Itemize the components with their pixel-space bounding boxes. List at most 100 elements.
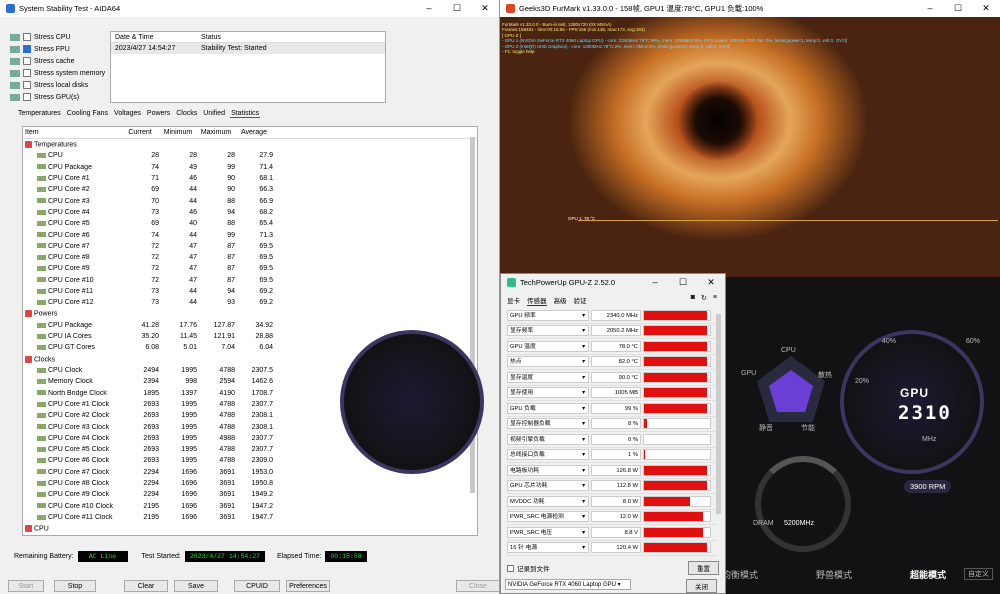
sensor-name: 16 针 电源: [510, 545, 538, 552]
tab-statistics[interactable]: Statistics: [230, 110, 261, 118]
row-item-label: CPU Core #5 Clock: [48, 446, 110, 454]
sensor-graph: [643, 418, 711, 430]
row-item: Temperatures: [23, 140, 121, 148]
furmark-app-icon: [506, 4, 515, 13]
minimize-icon[interactable]: –: [415, 3, 443, 14]
sensor-name-select[interactable]: 16 针 电源 ▾: [507, 542, 589, 554]
stress-checkbox[interactable]: [23, 57, 31, 65]
sensor-name-select[interactable]: 显存温度 ▾: [507, 371, 589, 383]
sensor-icon: [37, 164, 46, 170]
reset-button[interactable]: 重置: [688, 561, 719, 575]
cpuid-button[interactable]: CPUID: [234, 580, 280, 592]
camera-icon[interactable]: ◙: [691, 294, 695, 302]
sensor-name-select[interactable]: 电路板功耗 ▾: [507, 464, 589, 476]
sensor-scrollbar[interactable]: [716, 314, 721, 514]
minimize-icon[interactable]: –: [641, 277, 669, 288]
stress-checkbox[interactable]: [23, 45, 31, 53]
close-icon[interactable]: ✕: [972, 3, 1000, 14]
row-value: 68.1: [259, 175, 273, 183]
tab-unified[interactable]: Unified: [202, 110, 226, 118]
stress-device-icon: [10, 45, 20, 53]
close-icon[interactable]: ✕: [697, 277, 725, 288]
sensor-name-select[interactable]: GPU 负载 ▾: [507, 402, 589, 414]
dropdown-arrow-icon: ▾: [582, 483, 585, 490]
column-header[interactable]: Item: [23, 129, 121, 136]
row-item: CPU Clock: [23, 367, 121, 374]
row-item: CPU Core #6 Clock: [23, 457, 121, 464]
row-value: 3691: [219, 468, 235, 476]
log-to-file-checkbox[interactable]: [507, 564, 514, 572]
stress-checkbox[interactable]: [23, 81, 31, 89]
row-value: 46: [189, 175, 197, 183]
mode-button[interactable]: 均衡模式: [722, 568, 758, 581]
gpuz-tab[interactable]: 验证: [574, 295, 587, 306]
sensor-name: 电路板功耗: [510, 467, 539, 474]
tab-temperatures[interactable]: Temperatures: [17, 110, 62, 118]
close-icon[interactable]: ✕: [471, 3, 499, 14]
stop-button[interactable]: Stop: [54, 580, 96, 592]
column-header[interactable]: Minimum: [159, 129, 197, 136]
sensor-name-select[interactable]: GPU 温度 ▾: [507, 340, 589, 352]
close-button[interactable]: Close: [456, 580, 499, 592]
preferences-button[interactable]: Preferences: [286, 580, 330, 592]
row-item-label: CPU Clock: [48, 367, 83, 375]
table-row: CPU Core #8 72 47 87 69.5: [23, 252, 477, 263]
stress-option[interactable]: Stress cache: [10, 55, 105, 67]
mode-button[interactable]: 野兽模式: [816, 568, 852, 581]
sensor-name-select[interactable]: 显存控制器负载 ▾: [507, 418, 589, 430]
mode-button[interactable]: 自定义: [964, 568, 993, 580]
maximize-icon[interactable]: ☐: [443, 3, 471, 14]
column-header[interactable]: Average: [235, 129, 273, 136]
dropdown-arrow-icon: ▾: [582, 514, 585, 521]
tab-cooling-fans[interactable]: Cooling Fans: [66, 110, 109, 118]
sensor-name-select[interactable]: MVDDC 功耗 ▾: [507, 495, 589, 507]
sensor-graph: [643, 449, 711, 461]
row-value: 1947.2: [251, 502, 273, 510]
save-button[interactable]: Save: [174, 580, 218, 592]
row-value: 2309.0: [251, 457, 273, 465]
menu-icon[interactable]: ≡: [713, 294, 717, 302]
gpu-device-select[interactable]: NVIDIA GeForce RTX 4060 Laptop GPU ▾: [505, 579, 631, 590]
clear-button[interactable]: Clear: [124, 580, 168, 592]
maximize-icon[interactable]: ☐: [669, 277, 697, 288]
gpuz-tab[interactable]: 显卡: [507, 295, 520, 306]
gpuz-close-button[interactable]: 关闭: [686, 579, 717, 593]
tab-voltages[interactable]: Voltages: [113, 110, 142, 118]
tab-clocks[interactable]: Clocks: [175, 110, 198, 118]
sensor-name-select[interactable]: PWR_SRC 电源检测 ▾: [507, 511, 589, 523]
maximize-icon[interactable]: ☐: [944, 3, 972, 14]
sensor-name-select[interactable]: GPU 芯片功耗 ▾: [507, 480, 589, 492]
stress-checkbox[interactable]: [23, 93, 31, 101]
refresh-icon[interactable]: ↻: [701, 294, 707, 302]
sensor-value: 1005 MB: [591, 387, 641, 399]
row-value: 46: [189, 208, 197, 216]
gpuz-tab[interactable]: 高级: [554, 295, 567, 306]
sensor-row: 总线接口负载 ▾ 1 %: [507, 448, 717, 463]
sensor-name-select[interactable]: PWR_SRC 电压 ▾: [507, 526, 589, 538]
column-header[interactable]: Maximum: [197, 129, 235, 136]
sensor-value: 126.8 W: [591, 464, 641, 476]
table-row: CPU: [23, 523, 477, 534]
column-header[interactable]: Current: [121, 129, 159, 136]
sensor-name-select[interactable]: 显存频率 ▾: [507, 325, 589, 337]
start-button[interactable]: Start: [8, 580, 44, 592]
row-value: 121.91: [213, 333, 235, 341]
mode-button[interactable]: 超能模式: [910, 568, 946, 581]
sensor-name-select[interactable]: 总线接口负载 ▾: [507, 449, 589, 461]
stress-checkbox[interactable]: [23, 33, 31, 41]
row-value: 1397: [181, 389, 197, 397]
minimize-icon[interactable]: –: [916, 3, 944, 14]
row-value: 4788: [219, 423, 235, 431]
stress-option[interactable]: Stress local disks: [10, 79, 105, 91]
sensor-name-select[interactable]: GPU 频率 ▾: [507, 309, 589, 321]
stress-checkbox[interactable]: [23, 69, 31, 77]
sensor-name-select[interactable]: 视频引擎负载 ▾: [507, 433, 589, 445]
stress-option[interactable]: Stress GPU(s): [10, 91, 105, 103]
gpuz-tab[interactable]: 传感器: [527, 295, 547, 306]
stress-option[interactable]: Stress system memory: [10, 67, 105, 79]
stress-option[interactable]: Stress CPU: [10, 31, 105, 43]
sensor-name-select[interactable]: 热点 ▾: [507, 356, 589, 368]
stress-option[interactable]: Stress FPU: [10, 43, 105, 55]
tab-powers[interactable]: Powers: [146, 110, 171, 118]
sensor-name-select[interactable]: 显存使用 ▾: [507, 387, 589, 399]
